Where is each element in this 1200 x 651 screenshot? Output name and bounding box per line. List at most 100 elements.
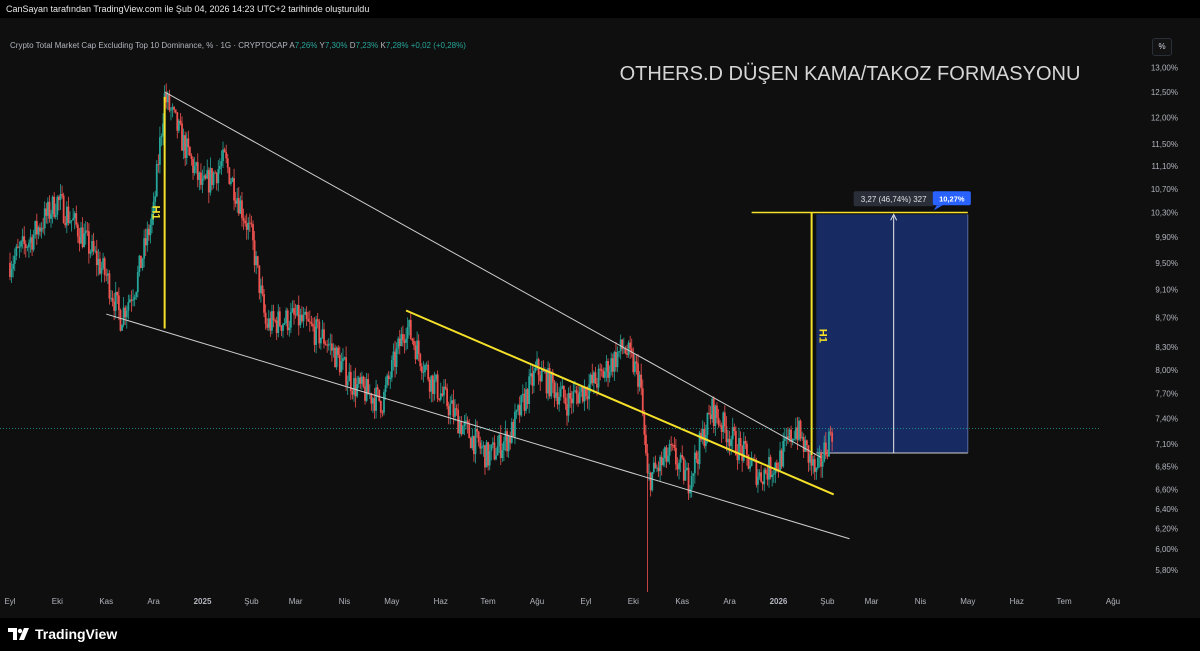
chart-frame[interactable]: 3,27 (46,74%) 32710,27%H1H1OTHERS.D7,28%…: [0, 18, 1200, 618]
candle: [84, 221, 87, 245]
candle: [296, 304, 299, 317]
candle: [697, 450, 699, 476]
candle-body: [348, 371, 351, 382]
candle: [261, 276, 264, 297]
candle-body: [528, 376, 531, 405]
candle: [59, 184, 62, 211]
candle-body: [507, 435, 510, 452]
candle: [37, 225, 40, 240]
candle-body: [616, 352, 619, 368]
candle-body: [556, 392, 559, 405]
candle-body: [206, 170, 209, 179]
candle-body: [209, 168, 212, 193]
candle: [460, 416, 463, 437]
candle-body: [226, 158, 229, 168]
candle: [461, 424, 464, 435]
candle: [422, 361, 425, 383]
candle-body: [651, 472, 654, 491]
candle-body: [809, 454, 811, 463]
x-tick-label: Tem: [1057, 597, 1072, 606]
candle: [802, 433, 805, 459]
candle-body: [722, 412, 725, 432]
candle-body: [716, 405, 718, 418]
candle: [485, 439, 488, 468]
x-tick-label: Haz: [434, 597, 448, 606]
candle: [444, 379, 447, 391]
candle: [263, 288, 265, 318]
candle-body: [599, 368, 602, 370]
candle-body: [337, 347, 340, 355]
candle-body: [187, 138, 190, 148]
x-tick-label: 2025: [194, 597, 212, 606]
candle-body: [159, 137, 161, 165]
x-tick-label: Eyl: [4, 597, 15, 606]
candle-body: [714, 405, 717, 426]
candle-body: [458, 421, 461, 434]
candle-body: [768, 456, 770, 480]
candle-body: [395, 348, 398, 367]
candle: [252, 220, 254, 251]
candle-body: [484, 445, 486, 468]
candle: [627, 340, 630, 358]
candle-body: [381, 412, 384, 414]
candle-body: [241, 200, 243, 219]
candle: [498, 432, 501, 453]
x-tick-label: Kas: [99, 597, 113, 606]
candle: [682, 456, 685, 485]
candle: [607, 358, 609, 387]
candle-body: [92, 241, 95, 252]
candle: [188, 145, 191, 157]
candle-body: [390, 360, 393, 378]
candle-body: [733, 427, 736, 432]
candle-body: [635, 361, 638, 364]
candle: [140, 255, 142, 269]
candle: [428, 376, 431, 399]
candle-body: [354, 378, 357, 397]
candle: [731, 417, 734, 450]
candle-body: [675, 447, 677, 465]
candle: [146, 221, 149, 252]
candle: [684, 459, 687, 481]
candle-body: [498, 435, 501, 447]
candle: [143, 229, 146, 268]
candle-body: [436, 374, 439, 399]
candle: [409, 312, 412, 340]
candle: [424, 363, 426, 377]
candle-body: [592, 372, 595, 384]
candle: [610, 352, 613, 376]
candle: [665, 445, 668, 469]
candle-body: [294, 314, 297, 316]
candle: [297, 295, 300, 336]
candle-body: [365, 379, 368, 401]
candle-body: [798, 420, 800, 440]
price-chart[interactable]: 3,27 (46,74%) 32710,27%H1H1OTHERS.D7,28%…: [0, 18, 1200, 618]
candle-body: [562, 385, 565, 398]
candle-body: [324, 343, 327, 345]
percent-scale-button[interactable]: %: [1152, 38, 1172, 56]
candle-body: [301, 314, 303, 322]
candle-body: [602, 371, 605, 378]
candle: [58, 195, 60, 211]
candle-body: [569, 393, 572, 399]
candle: [633, 354, 636, 377]
credit-bar: CanSayan tarafından TradingView.com ile …: [0, 0, 1200, 18]
candle: [230, 177, 232, 187]
x-tick-label: Ara: [723, 597, 736, 606]
candle-body: [641, 388, 644, 415]
candle: [387, 371, 390, 386]
candle: [18, 241, 21, 259]
candle-body: [544, 371, 546, 373]
legend-low: 7,23%: [355, 41, 379, 50]
candle: [50, 209, 52, 228]
y-tick-label: 6,85%: [1155, 463, 1178, 472]
candle-body: [86, 230, 89, 232]
candle: [659, 454, 662, 482]
x-tick-label: Nis: [915, 597, 927, 606]
candle: [420, 363, 423, 380]
candle-body: [102, 258, 105, 268]
candle: [272, 304, 275, 328]
symbol-legend[interactable]: Crypto Total Market Cap Excluding Top 10…: [10, 40, 466, 52]
tradingview-logo[interactable]: TradingView: [8, 626, 117, 642]
candle: [528, 368, 531, 414]
candle-body: [532, 370, 535, 386]
